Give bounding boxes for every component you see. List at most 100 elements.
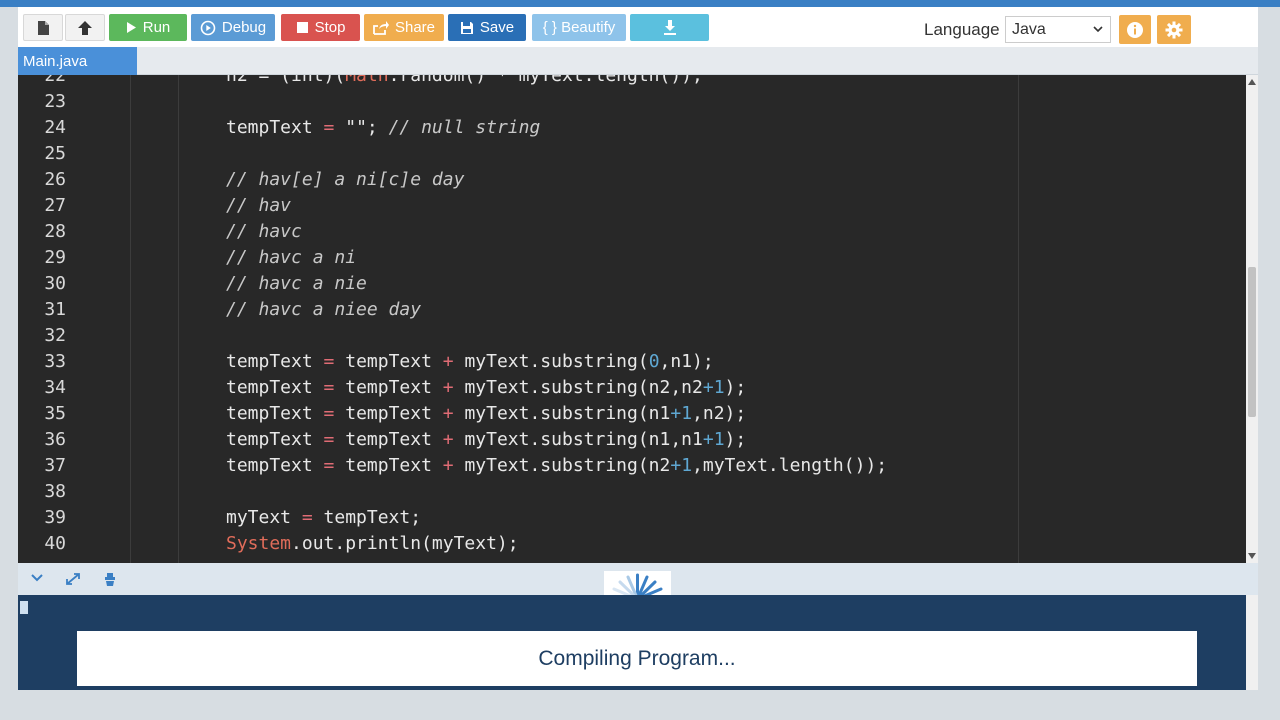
- code-token: // hav[e] a ni[c]e day: [226, 169, 465, 190]
- code-token: tempText: [226, 377, 324, 398]
- code-line[interactable]: 24 tempText = ""; // null string: [18, 115, 1246, 141]
- line-number: 24: [44, 117, 66, 138]
- code-line[interactable]: 23: [18, 89, 1246, 115]
- chevron-down-icon[interactable]: [30, 572, 44, 584]
- code-text: // hav: [226, 193, 291, 219]
- code-text: tempText = tempText + myText.substring(0…: [226, 349, 714, 375]
- scroll-up-icon[interactable]: [1248, 79, 1256, 85]
- save-icon: [460, 21, 473, 34]
- code-token: 0: [648, 351, 660, 372]
- code-token: +1: [670, 455, 693, 476]
- download-icon: [663, 20, 676, 35]
- code-token: myText.substring(n2,n2: [453, 377, 703, 398]
- code-token: +1: [670, 403, 693, 424]
- code-line[interactable]: 37 tempText = tempText + myText.substring…: [18, 453, 1246, 479]
- code-token: tempText;: [312, 507, 422, 528]
- code-text: // havc: [226, 219, 302, 245]
- code-line[interactable]: 27 // hav: [18, 193, 1246, 219]
- code-line[interactable]: 29 // havc a ni: [18, 245, 1246, 271]
- code-line[interactable]: 38: [18, 479, 1246, 505]
- code-line[interactable]: 36 tempText = tempText + myText.substring…: [18, 427, 1246, 453]
- expand-icon[interactable]: [65, 572, 81, 586]
- save-button[interactable]: Save: [448, 14, 526, 41]
- line-number: 35: [44, 403, 66, 424]
- language-select[interactable]: Java: [1005, 16, 1111, 43]
- code-line[interactable]: 26 // hav[e] a ni[c]e day: [18, 167, 1246, 193]
- code-token: ,n2);: [692, 403, 747, 424]
- code-token: myText: [226, 507, 302, 528]
- clear-console-icon[interactable]: [103, 572, 117, 587]
- code-line[interactable]: 40 System.out.println(myText);: [18, 531, 1246, 557]
- code-line[interactable]: 35 tempText = tempText + myText.substring…: [18, 401, 1246, 427]
- settings-button[interactable]: [1157, 15, 1191, 44]
- code-token: myText.substring(n2: [453, 455, 671, 476]
- debug-button[interactable]: Debug: [191, 14, 275, 41]
- download-button[interactable]: [630, 14, 709, 41]
- code-line[interactable]: 39 myText = tempText;: [18, 505, 1246, 531]
- code-line[interactable]: 33 tempText = tempText + myText.substring…: [18, 349, 1246, 375]
- line-number: 40: [44, 533, 66, 554]
- code-token: tempText: [226, 403, 324, 424]
- code-token: // hav: [226, 195, 292, 216]
- code-text: tempText = tempText + myText.substring(n…: [226, 427, 746, 453]
- beautify-button[interactable]: { } Beautify: [532, 14, 626, 41]
- code-line[interactable]: 22 n2 = (int)(Math.random() * myText.leng…: [18, 75, 1246, 89]
- code-token: tempText: [226, 455, 324, 476]
- code-token: "";: [334, 117, 389, 138]
- tab-main-java[interactable]: Main.java: [18, 47, 137, 75]
- code-line[interactable]: 28 // havc: [18, 219, 1246, 245]
- code-line[interactable]: 31 // havc a niee day: [18, 297, 1246, 323]
- run-label: Run: [142, 19, 171, 36]
- code-token: tempText: [334, 377, 443, 398]
- code-token: // havc a niee day: [226, 299, 422, 320]
- share-icon: [373, 21, 389, 35]
- tab-bar: Main.java: [18, 47, 1258, 75]
- code-token: // havc a ni: [226, 247, 357, 268]
- stop-button[interactable]: Stop: [281, 14, 360, 41]
- code-text: // hav[e] a ni[c]e day: [226, 167, 464, 193]
- code-token: myText.substring(: [453, 351, 649, 372]
- code-line[interactable]: 34 tempText = tempText + myText.substring…: [18, 375, 1246, 401]
- code-text: n2 = (int)(Math.random() * myText.length…: [226, 75, 703, 89]
- code-token: +: [442, 351, 454, 372]
- chevron-down-icon: [1093, 26, 1103, 33]
- output-scrollbar[interactable]: [1246, 595, 1258, 690]
- code-line[interactable]: 32: [18, 323, 1246, 349]
- code-text: tempText = ""; // null string: [226, 115, 540, 141]
- editor-scrollbar[interactable]: [1246, 75, 1258, 563]
- code-token: Math: [345, 75, 389, 86]
- compiling-status: Compiling Program...: [77, 631, 1197, 686]
- toolbar: Run Debug Stop Share Save { } Beautify L…: [18, 7, 1258, 47]
- code-token: tempText: [334, 455, 443, 476]
- debug-label: Debug: [221, 19, 267, 36]
- stop-icon: [296, 22, 308, 33]
- upload-button[interactable]: [65, 14, 105, 41]
- line-number: 32: [44, 325, 66, 346]
- upload-icon: [78, 20, 92, 35]
- code-line[interactable]: 30 // havc a nie: [18, 271, 1246, 297]
- code-line[interactable]: 25: [18, 141, 1246, 167]
- code-token: // havc a nie: [226, 273, 367, 294]
- info-button[interactable]: [1119, 15, 1151, 44]
- output-console[interactable]: Compiling Program...: [18, 595, 1246, 690]
- code-text: tempText = tempText + myText.substring(n…: [226, 453, 887, 479]
- share-button[interactable]: Share: [364, 14, 444, 41]
- run-button[interactable]: Run: [109, 14, 187, 41]
- scrollbar-thumb[interactable]: [1248, 267, 1256, 417]
- code-editor[interactable]: 22 n2 = (int)(Math.random() * myText.leng…: [18, 75, 1258, 563]
- line-number: 27: [44, 195, 66, 216]
- new-file-button[interactable]: [23, 14, 63, 41]
- code-text: myText = tempText;: [226, 505, 421, 531]
- code-text: System.out.println(myText);: [226, 531, 519, 557]
- line-number: 31: [44, 299, 66, 320]
- gear-icon: [1165, 21, 1183, 38]
- code-text: // havc a ni: [226, 245, 356, 271]
- code-token: myText.substring(n1,n1: [453, 429, 703, 450]
- line-number: 22: [44, 75, 66, 86]
- compiling-status-text: Compiling Program...: [538, 646, 736, 670]
- scroll-down-icon[interactable]: [1248, 553, 1256, 559]
- code-token: +: [442, 429, 454, 450]
- code-token: +1: [702, 429, 725, 450]
- code-token: tempText: [226, 117, 324, 138]
- line-number: 38: [44, 481, 66, 502]
